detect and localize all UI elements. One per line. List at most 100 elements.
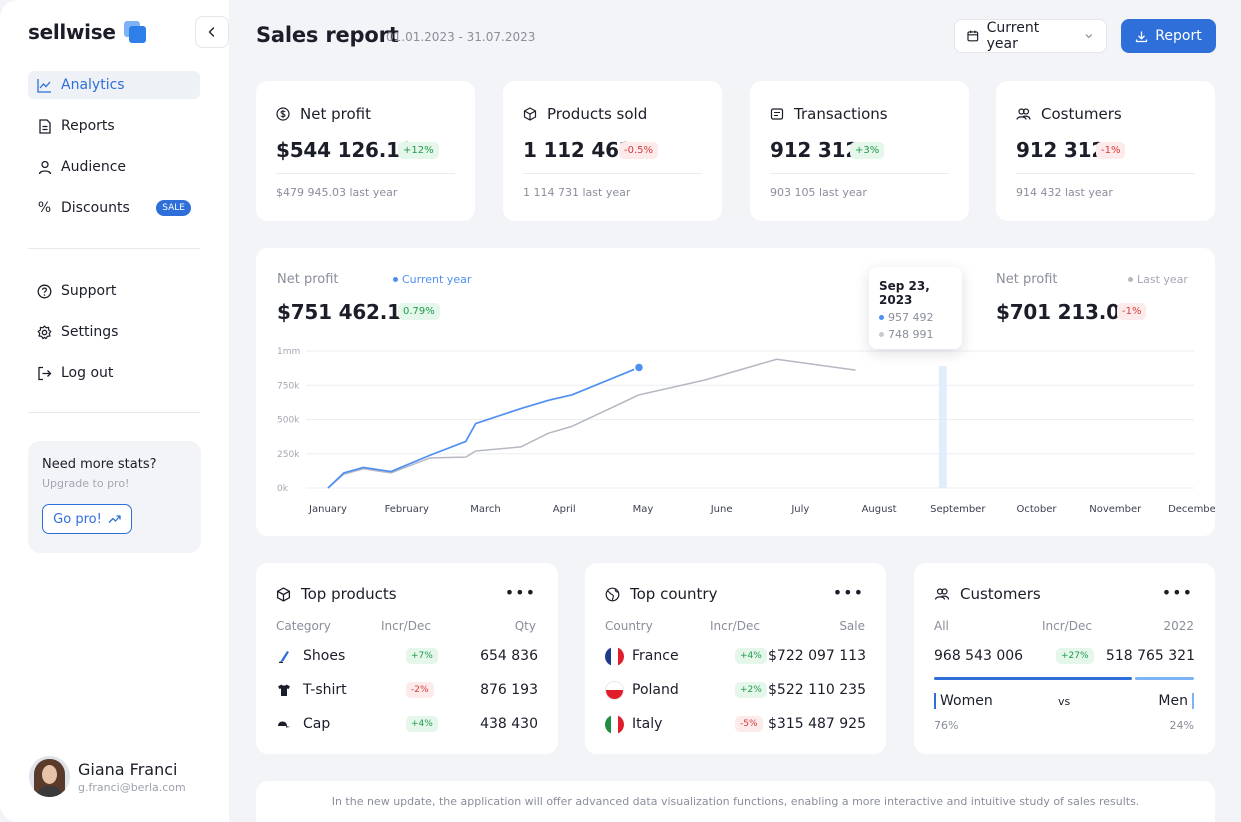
sidebar-item-settings[interactable]: Settings: [28, 318, 200, 346]
users-icon: [1016, 108, 1031, 120]
x-tick-label: November: [1089, 504, 1142, 515]
tooltip-date: Sep 23, 2023: [879, 279, 930, 307]
cap-icon: [276, 718, 291, 730]
chevron-left-icon: [208, 27, 215, 37]
promo-title: Need more stats?: [42, 457, 157, 472]
update-notice: In the new update, the application will …: [256, 781, 1215, 822]
kpi-last-year: 914 432 last year: [1016, 186, 1113, 199]
sidebar: sellwise Analytics Reports Audience % Di…: [0, 0, 229, 822]
table-row[interactable]: T-shirt -2% 876 193: [276, 680, 538, 700]
chevron-down-icon: [1085, 34, 1093, 39]
women-share-bar: [934, 677, 1132, 680]
kpi-divider: [1016, 173, 1195, 174]
brand-name: sellwise: [28, 20, 116, 44]
men-label: Men: [1158, 693, 1194, 709]
y-tick-label: 1mm: [277, 347, 300, 357]
sidebar-item-audience[interactable]: Audience: [28, 153, 200, 181]
period-select[interactable]: Current year: [954, 19, 1107, 53]
notice-text: In the new update, the application will …: [331, 795, 1140, 808]
change-badge: +2%: [735, 682, 767, 698]
more-options-icon[interactable]: •••: [833, 583, 864, 602]
kpi-change-badge: -1%: [1096, 142, 1126, 159]
avatar: [29, 756, 70, 797]
percent-icon: %: [37, 200, 52, 216]
y-tick-label: 250k: [277, 450, 300, 460]
sale-value: $315 487 925: [768, 716, 866, 732]
kpi-divider: [276, 173, 455, 174]
sale-value: $722 097 113: [768, 648, 866, 664]
y-tick-label: 0k: [277, 484, 289, 494]
net-profit-chart-card: Net profit Current year $751 462.12 0.79…: [256, 248, 1215, 536]
table-row[interactable]: Shoes +7% 654 836: [276, 646, 538, 666]
tooltip-previous-value: 748 991: [888, 328, 934, 341]
column-header: Incr/Dec: [381, 619, 431, 633]
user-email: g.franci@berla.com: [78, 780, 186, 794]
sidebar-item-discounts[interactable]: % Discounts SALE: [28, 194, 200, 222]
table-row[interactable]: Italy -5% $315 487 925: [605, 714, 866, 734]
line-chart[interactable]: 1mm 750k 500k 250k 0k January February March Apr…: [256, 248, 1215, 536]
y-tick-label: 750k: [277, 381, 300, 391]
report-button-label: Report: [1155, 28, 1202, 44]
x-tick-label: September: [930, 504, 986, 515]
qty-value: 438 430: [480, 716, 538, 732]
brand-logo[interactable]: sellwise: [28, 20, 146, 44]
customers-2022-value: 518 765 321: [1105, 648, 1195, 664]
globe-icon: [605, 587, 620, 601]
chart-tooltip: Sep 23, 2023 957 492 748 991: [869, 267, 962, 349]
more-options-icon[interactable]: •••: [505, 583, 536, 602]
page-title: Sales report: [256, 23, 399, 47]
gender-split-bar: [934, 677, 1194, 680]
kpi-title: Transactions: [794, 105, 888, 123]
sidebar-item-label: Log out: [61, 365, 114, 381]
y-tick-label: 500k: [277, 416, 300, 426]
card-title: Top country: [630, 585, 718, 603]
kpi-value: 912 312: [770, 138, 860, 162]
go-pro-button[interactable]: Go pro!: [42, 504, 132, 534]
table-row[interactable]: Cap +4% 438 430: [276, 714, 538, 734]
sale-badge: SALE: [156, 200, 191, 216]
kpi-card-transactions: Transactions 912 312 +3% 903 105 last ye…: [750, 81, 969, 221]
men-share-bar: [1134, 677, 1194, 680]
kpi-card-net-profit: Net profit $544 126.19 +12% $479 945.03 …: [256, 81, 475, 221]
qty-value: 876 193: [480, 682, 538, 698]
sidebar-item-label: Discounts: [61, 200, 130, 216]
women-percent: 76%: [934, 719, 959, 732]
kpi-value: $544 126.19: [276, 138, 414, 162]
users-icon: [934, 588, 950, 600]
receipt-icon: [770, 108, 784, 120]
x-tick-label: August: [862, 504, 897, 515]
column-header: Country: [605, 619, 653, 633]
trending-up-icon: [108, 515, 121, 523]
period-select-value: Current year: [986, 20, 1040, 52]
sidebar-item-analytics[interactable]: Analytics: [28, 71, 200, 99]
report-button[interactable]: Report: [1121, 19, 1216, 53]
product-name: Cap: [303, 716, 331, 732]
sale-value: $522 110 235: [768, 682, 866, 698]
table-row[interactable]: Poland +2% $522 110 235: [605, 680, 866, 700]
collapse-sidebar-button[interactable]: [195, 16, 229, 48]
tooltip-current-value: 957 492: [888, 311, 934, 324]
change-badge: +27%: [1056, 648, 1094, 664]
kpi-divider: [523, 173, 702, 174]
sidebar-divider: [28, 248, 200, 249]
series-line-last-year: [327, 358, 856, 489]
table-row[interactable]: France +4% $722 097 113: [605, 646, 866, 666]
logout-icon: [37, 366, 52, 381]
women-label: Women: [934, 693, 993, 709]
document-icon: [37, 118, 52, 134]
user-profile[interactable]: Giana Franci g.franci@berla.com: [29, 756, 186, 797]
hover-point: [633, 362, 645, 373]
dollar-circle-icon: [276, 107, 290, 121]
sidebar-item-logout[interactable]: Log out: [28, 359, 200, 387]
more-options-icon[interactable]: •••: [1162, 583, 1193, 602]
promo-subtitle: Upgrade to pro!: [42, 477, 130, 490]
sidebar-item-reports[interactable]: Reports: [28, 112, 200, 140]
column-header: All: [934, 619, 949, 633]
sidebar-item-label: Support: [61, 283, 117, 299]
country-name: Poland: [632, 682, 679, 698]
vs-label: vs: [1058, 695, 1071, 708]
sidebar-item-support[interactable]: Support: [28, 277, 200, 305]
country-name: Italy: [632, 716, 663, 732]
chart-line-icon: [37, 78, 52, 93]
card-title: Top products: [301, 585, 397, 603]
